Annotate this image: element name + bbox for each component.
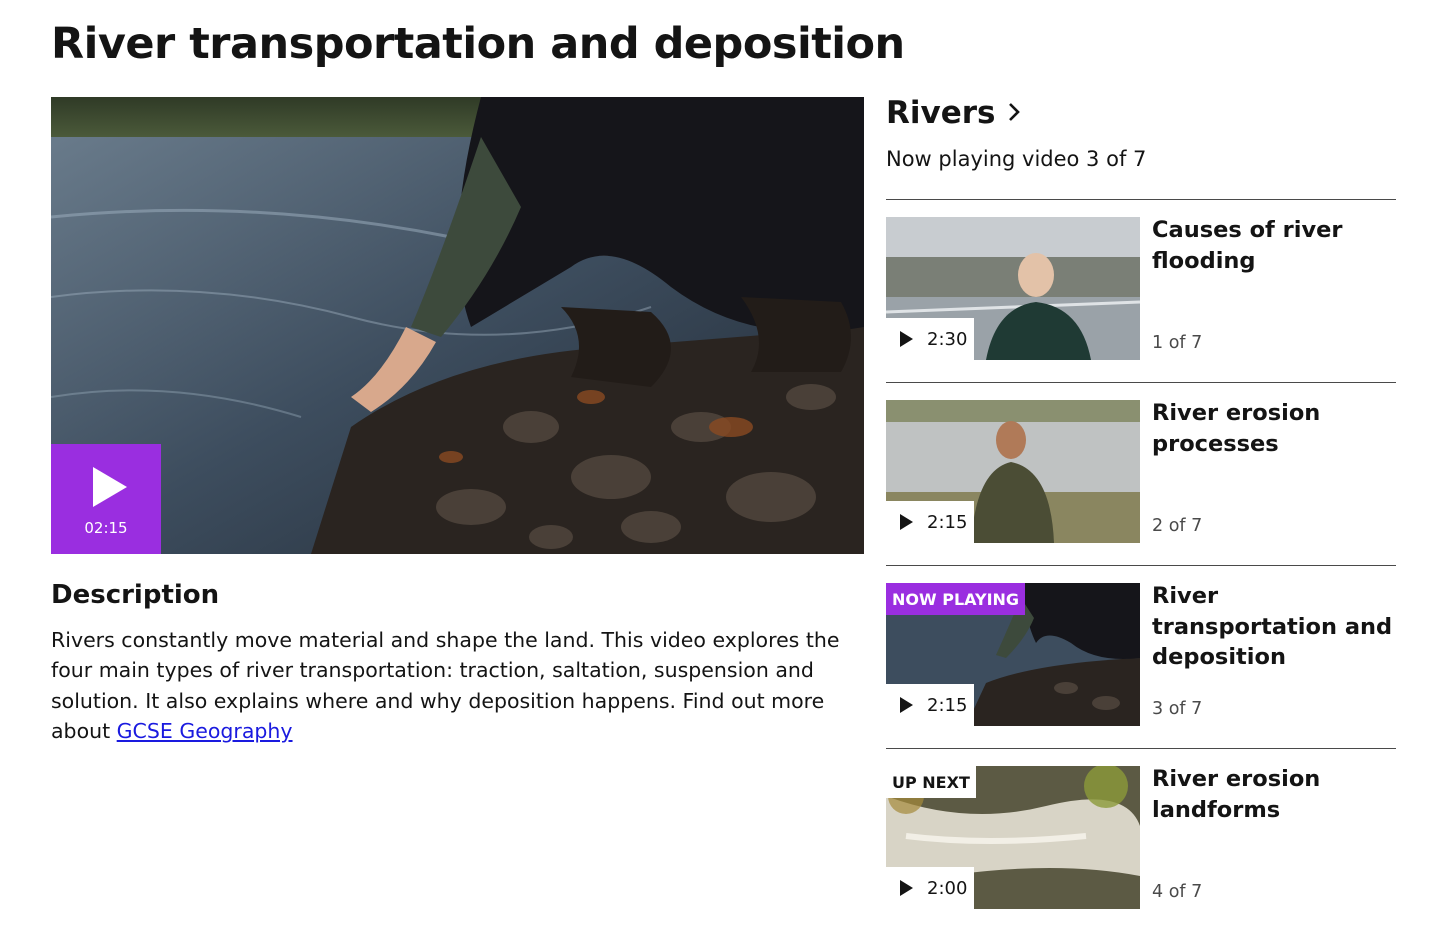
play-icon [93,467,127,507]
playlist-item-title: River erosion processes [1152,400,1321,457]
play-icon [900,514,913,530]
description-heading: Description [51,580,220,610]
playlist-item-count: 3 of 7 [1152,699,1203,719]
playlist-title: Rivers [886,95,996,131]
page-title: River transportation and deposition [51,19,905,69]
video-thumbnail: UP NEXT 2:00 [886,766,1140,909]
playlist-item-count: 4 of 7 [1152,882,1203,902]
video-thumbnail: 2:15 [886,400,1140,543]
playlist-item-current[interactable]: NOW PLAYING 2:15 River transportation an… [886,565,1396,748]
playlist-item[interactable]: 2:15 River erosion processes 2 of 7 [886,382,1396,565]
video-thumbnail: NOW PLAYING 2:15 [886,583,1140,726]
thumbnail-duration: 2:30 [886,318,974,360]
thumbnail-duration: 2:15 [886,684,974,726]
video-still-image [51,97,864,554]
now-playing-badge: NOW PLAYING [886,583,1026,615]
gcse-geography-link[interactable]: GCSE Geography [117,719,293,743]
chevron-right-icon [1007,95,1021,131]
duration-label: 2:15 [927,694,968,716]
duration-label: 2:15 [927,511,968,533]
duration-label: 2:30 [927,328,968,350]
playlist-item-title: River transportation and deposition [1152,583,1393,670]
description-text: Rivers constantly move material and shap… [51,625,851,746]
playlist-title-link[interactable]: Rivers [886,95,1021,131]
playlist-item[interactable]: UP NEXT 2:00 River erosion landforms 4 o… [886,748,1396,918]
video-player[interactable]: 02:15 [51,97,864,554]
play-icon [900,697,913,713]
playlist-item-title: River erosion landforms [1152,766,1321,823]
thumbnail-duration: 2:15 [886,501,974,543]
video-thumbnail: 2:30 [886,217,1140,360]
play-icon [900,331,913,347]
play-button[interactable]: 02:15 [51,444,161,554]
up-next-badge: UP NEXT [886,766,976,798]
video-duration: 02:15 [84,519,128,537]
thumbnail-duration: 2:00 [886,867,974,909]
play-icon [900,880,913,896]
playlist-item-count: 1 of 7 [1152,333,1203,353]
playlist-item-title: Causes of river flooding [1152,217,1343,274]
playlist-item[interactable]: 2:30 Causes of river flooding 1 of 7 [886,199,1396,382]
now-playing-status: Now playing video 3 of 7 [886,147,1147,171]
playlist-item-count: 2 of 7 [1152,516,1203,536]
duration-label: 2:00 [927,877,968,899]
